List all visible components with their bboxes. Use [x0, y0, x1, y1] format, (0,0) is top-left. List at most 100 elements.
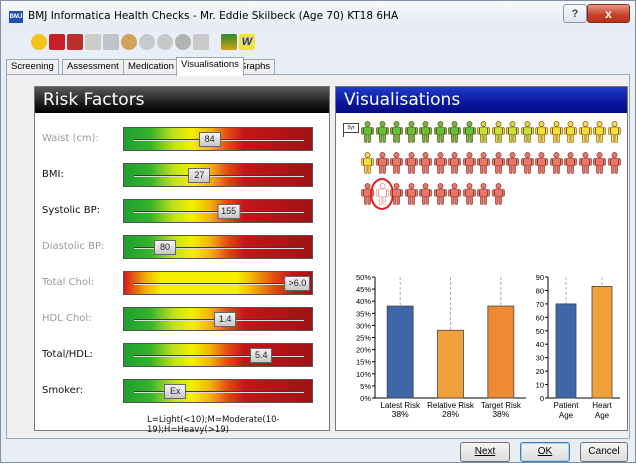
y-tick-label: 0	[540, 394, 544, 403]
person-dropdown-icon[interactable]	[193, 34, 209, 50]
risk-gradient-slider[interactable]: 155	[123, 199, 313, 223]
person-icon	[419, 152, 432, 174]
y-tick-label: 35%	[356, 309, 371, 318]
person-icon	[564, 121, 577, 143]
person-icon	[361, 152, 374, 174]
window-title: BMJ Informatica Health Checks - Mr. Eddi…	[28, 10, 399, 22]
risk-gradient-slider[interactable]: 1.4	[123, 307, 313, 331]
slider-thumb[interactable]: Ex	[164, 384, 187, 399]
smiley-icon[interactable]	[31, 34, 47, 50]
risk-gradient-slider[interactable]: 84	[123, 127, 313, 151]
person-icon	[404, 152, 418, 174]
tab-assessment[interactable]: Assessment	[62, 59, 124, 75]
risk-factor-row: Total Chol: >6.0	[35, 271, 331, 295]
calendar-icon[interactable]	[49, 34, 65, 50]
ok-button[interactable]: OK	[520, 442, 570, 462]
y-tick-label: 50%	[356, 273, 371, 282]
person-icon	[448, 183, 461, 205]
bar-value-label: 28%	[442, 409, 459, 419]
risk-factor-row: Smoker: Ex	[35, 379, 331, 403]
y-tick-label: 45%	[356, 285, 371, 294]
person-icon	[578, 152, 592, 174]
toolbar: W	[5, 31, 631, 53]
person-icon	[549, 121, 563, 143]
slider-thumb[interactable]: 155	[217, 204, 241, 219]
next-button[interactable]: Next	[460, 442, 510, 462]
bar-value-label: 38%	[492, 409, 509, 419]
data-bar	[437, 329, 464, 399]
data-bar	[386, 305, 414, 399]
risk-factor-label: Smoker:	[42, 385, 84, 396]
printer-icon[interactable]	[67, 34, 83, 50]
five-year-flag: 5yr	[343, 123, 359, 133]
age-comparison-chart: 0102030405060708090PatientAgeHeartAge	[536, 273, 620, 420]
y-tick-label: 0%	[360, 394, 371, 403]
slider-thumb[interactable]: 5.4	[250, 348, 273, 363]
pen-icon[interactable]	[85, 34, 101, 50]
person-icon	[506, 121, 519, 143]
ball-icon[interactable]	[175, 34, 191, 50]
x-category-label: Heart	[592, 401, 612, 410]
hand-icon[interactable]	[103, 34, 119, 50]
person-icon	[390, 121, 403, 143]
y-tick-label: 5%	[360, 382, 371, 391]
person-icon	[477, 152, 490, 174]
gear-icon[interactable]	[157, 34, 173, 50]
globe-icon[interactable]	[139, 34, 155, 50]
slider-thumb[interactable]: >6.0	[284, 276, 311, 291]
slider-thumb[interactable]: 1.4	[214, 312, 237, 327]
visualisations-panel: Visualisations 5yr 0% 5% 10% 15% 20% 25% 30% 35…	[335, 86, 628, 431]
person-icon	[578, 121, 592, 143]
x-category-label: Patient	[554, 401, 580, 410]
slider-thumb[interactable]: 80	[153, 240, 176, 255]
y-tick-label: 30	[536, 354, 544, 363]
help-button[interactable]: ?	[563, 4, 587, 23]
person-icon	[564, 152, 577, 174]
data-bar	[555, 303, 577, 399]
person-icon	[491, 152, 505, 174]
tab-medication[interactable]: Medication	[123, 59, 179, 75]
risk-factor-label: Total Chol:	[42, 277, 95, 288]
next-button-label: Next	[474, 446, 496, 457]
person-icon	[375, 152, 389, 174]
tab-visualisations[interactable]: Visualisations	[176, 57, 244, 76]
slider-thumb[interactable]: 27	[188, 168, 211, 183]
data-bar	[487, 305, 515, 399]
risk-gradient-slider[interactable]: Ex	[123, 379, 313, 403]
person-icon	[535, 121, 548, 143]
tab-screening[interactable]: Screening	[6, 59, 59, 75]
risk-gradient-slider[interactable]: 27	[123, 163, 313, 187]
person-icon	[433, 121, 447, 143]
person-icon	[419, 121, 432, 143]
close-button[interactable]: x	[587, 4, 630, 23]
person-icon	[390, 152, 403, 174]
person-icon	[535, 152, 548, 174]
person-icon	[462, 183, 476, 205]
person-icon	[520, 121, 534, 143]
person-icon	[549, 152, 563, 174]
risk-factor-label: HDL Chol:	[42, 313, 92, 324]
risk-factors-header: Risk Factors	[35, 87, 329, 113]
ok-button-label: OK	[537, 446, 553, 457]
person-icon	[419, 183, 432, 205]
cancel-button-label: Cancel	[588, 446, 620, 457]
y-tick-label: 90	[536, 273, 544, 282]
risk-gradient-slider[interactable]: >6.0	[123, 271, 313, 295]
risk-factor-row: Waist (cm): 84	[35, 127, 331, 151]
title-bar[interactable]: BMJ BMJ Informatica Health Checks - Mr. …	[1, 1, 635, 29]
risk-factor-row: HDL Chol: 1.4	[35, 307, 331, 331]
word-icon[interactable]: W	[239, 34, 255, 50]
person-icon	[520, 152, 534, 174]
slider-track	[134, 391, 304, 393]
person-icon	[491, 183, 505, 205]
y-tick-label: 40	[536, 340, 544, 349]
person-icon	[477, 183, 490, 205]
risk-gradient-slider[interactable]: 80	[123, 235, 313, 259]
risk-factors-panel: Risk Factors Waist (cm): 84 BMI: 27 Systolic…	[34, 86, 331, 435]
y-tick-label: 15%	[356, 358, 371, 367]
person-icon[interactable]	[121, 34, 137, 50]
slider-thumb[interactable]: 84	[198, 132, 221, 147]
cancel-button[interactable]: Cancel	[580, 442, 628, 462]
risk-gradient-slider[interactable]: 5.4	[123, 343, 313, 367]
chart-icon[interactable]	[221, 34, 237, 50]
